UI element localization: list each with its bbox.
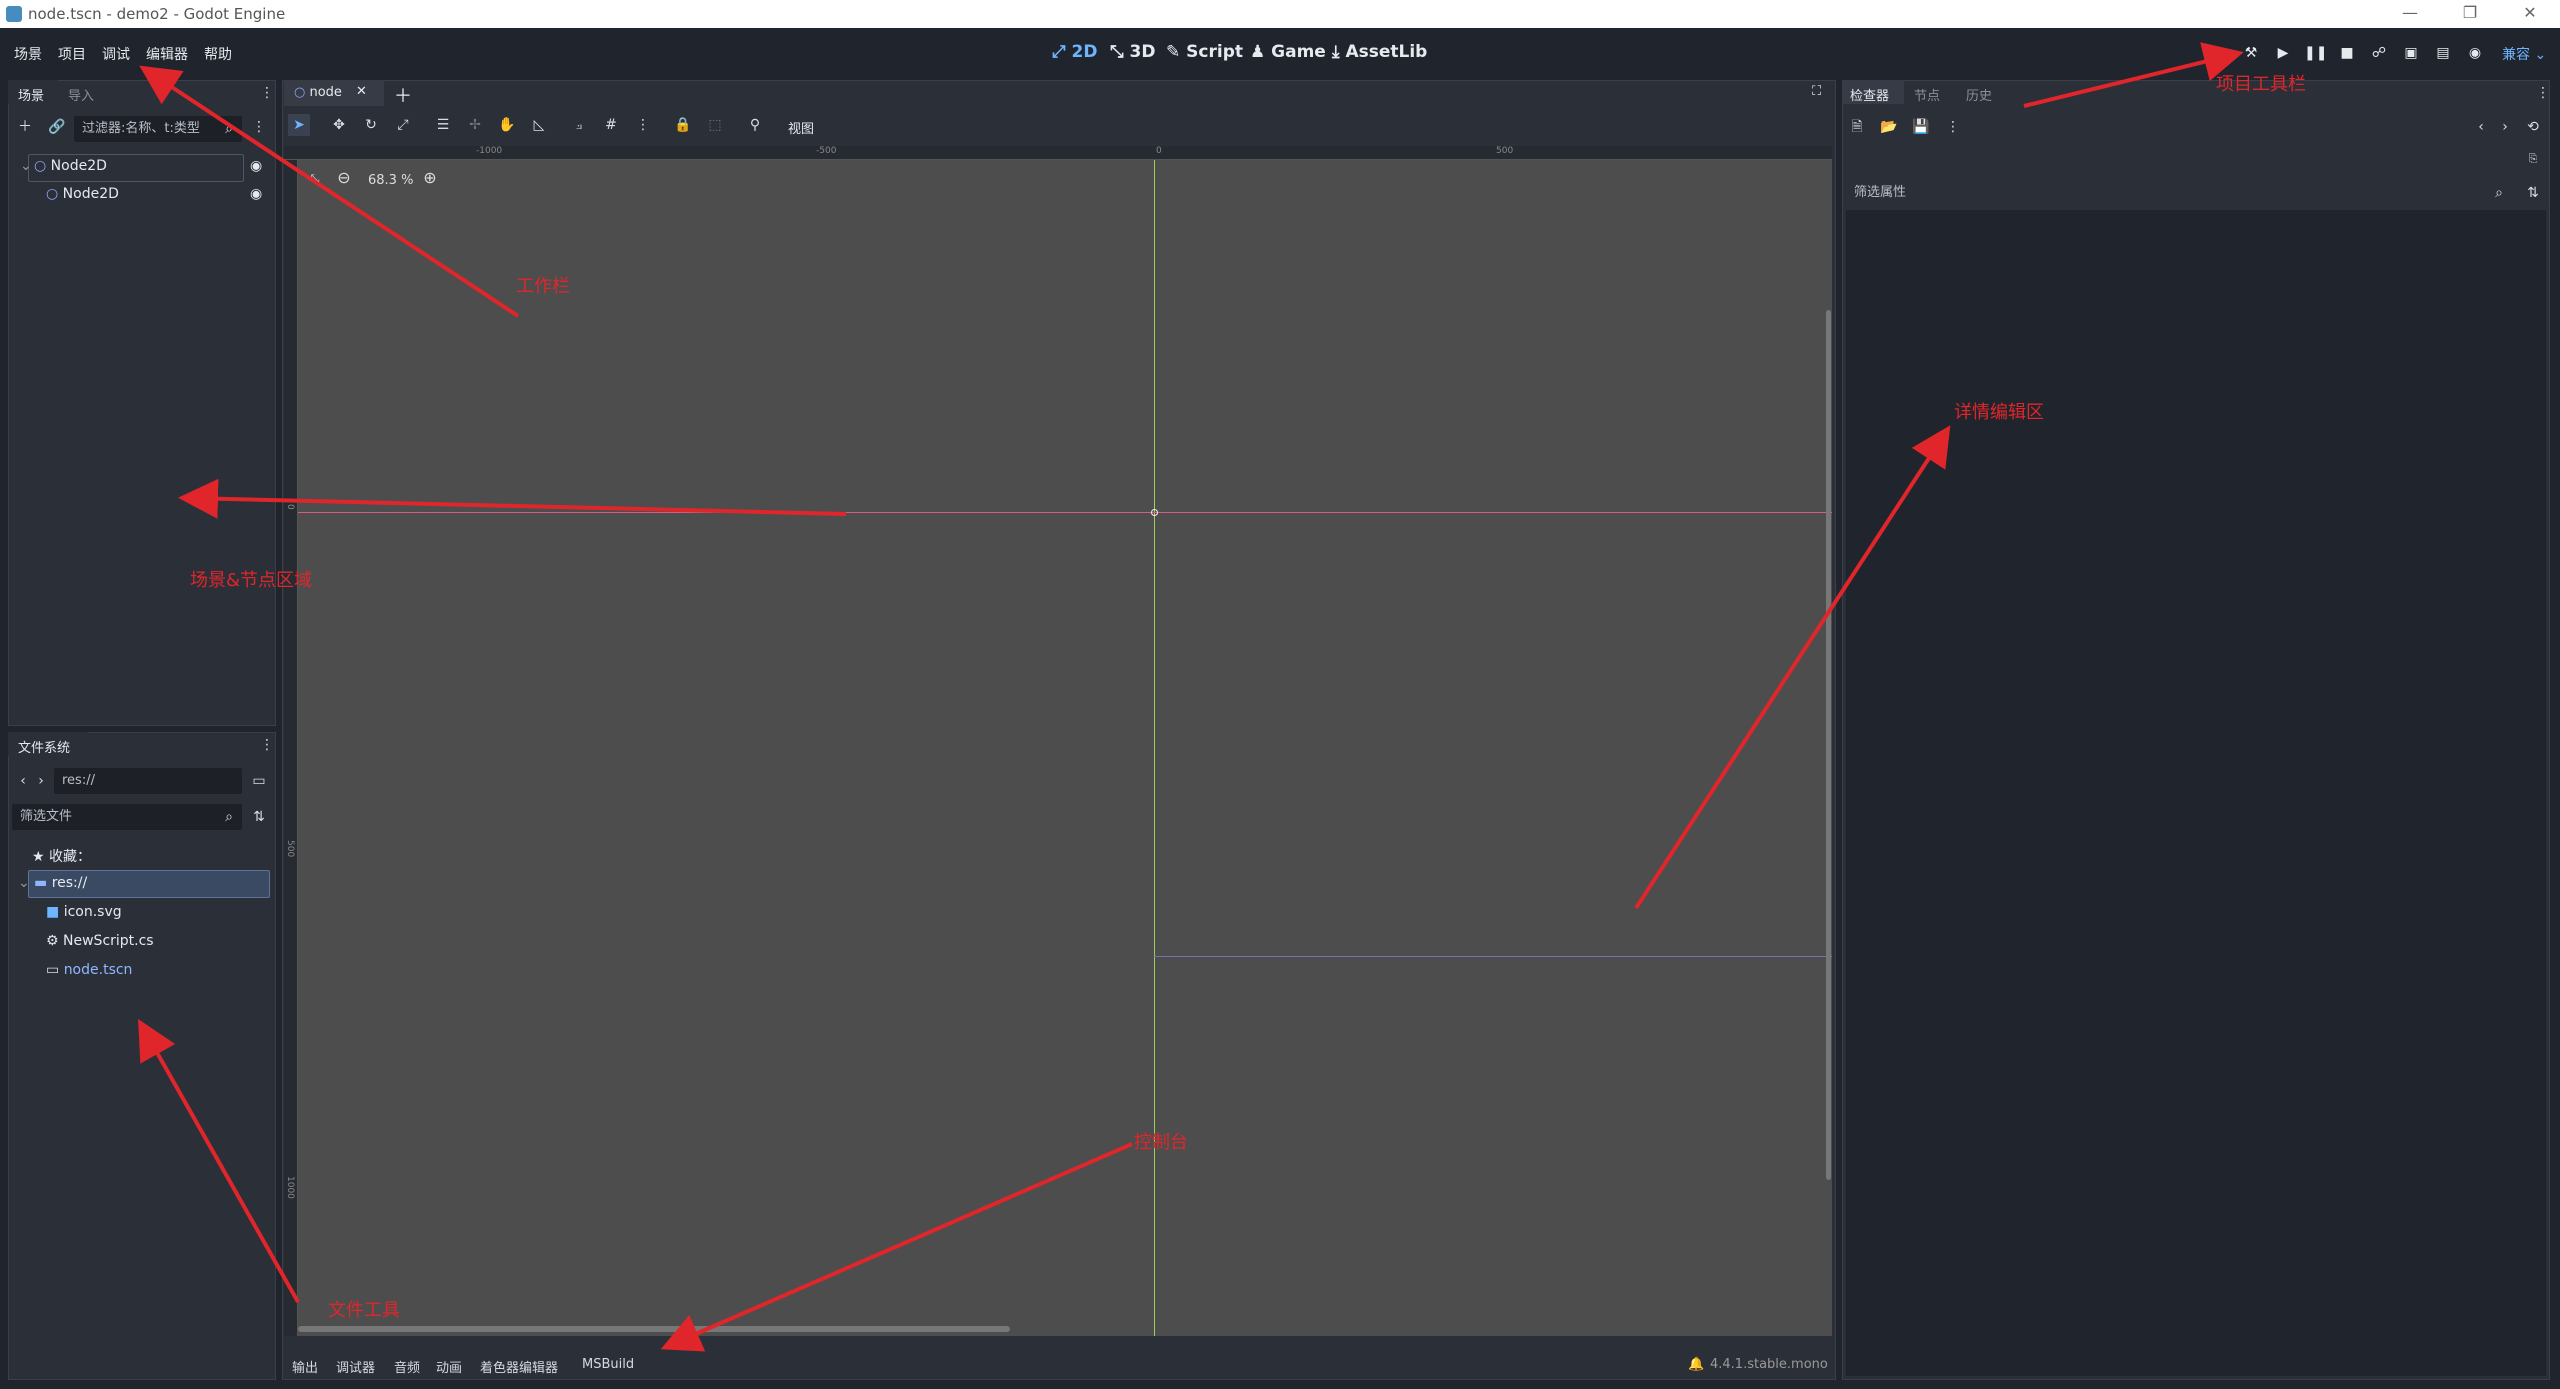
arrow-scene-node — [178, 478, 847, 519]
annotation-detail-edit-area: 详情编辑区 — [1954, 402, 2044, 423]
arrow-project-toolbar — [2023, 42, 2244, 108]
arrow-toolbar — [139, 65, 520, 318]
arrow-file-tools — [138, 1019, 300, 1303]
annotation-file-tools: 文件工具 — [328, 1300, 400, 1321]
annotation-arrows — [138, 42, 2244, 1352]
annotation-console: 控制台 — [1134, 1132, 1188, 1153]
arrow-console — [660, 1142, 1133, 1352]
annotation-toolbar: 工作栏 — [516, 276, 570, 297]
annotation-scene-node-area: 场景&节点区域 — [190, 570, 313, 591]
annotation-project-toolbar: 项目工具栏 — [2216, 74, 2306, 95]
arrow-detail-edit — [1634, 425, 1951, 910]
